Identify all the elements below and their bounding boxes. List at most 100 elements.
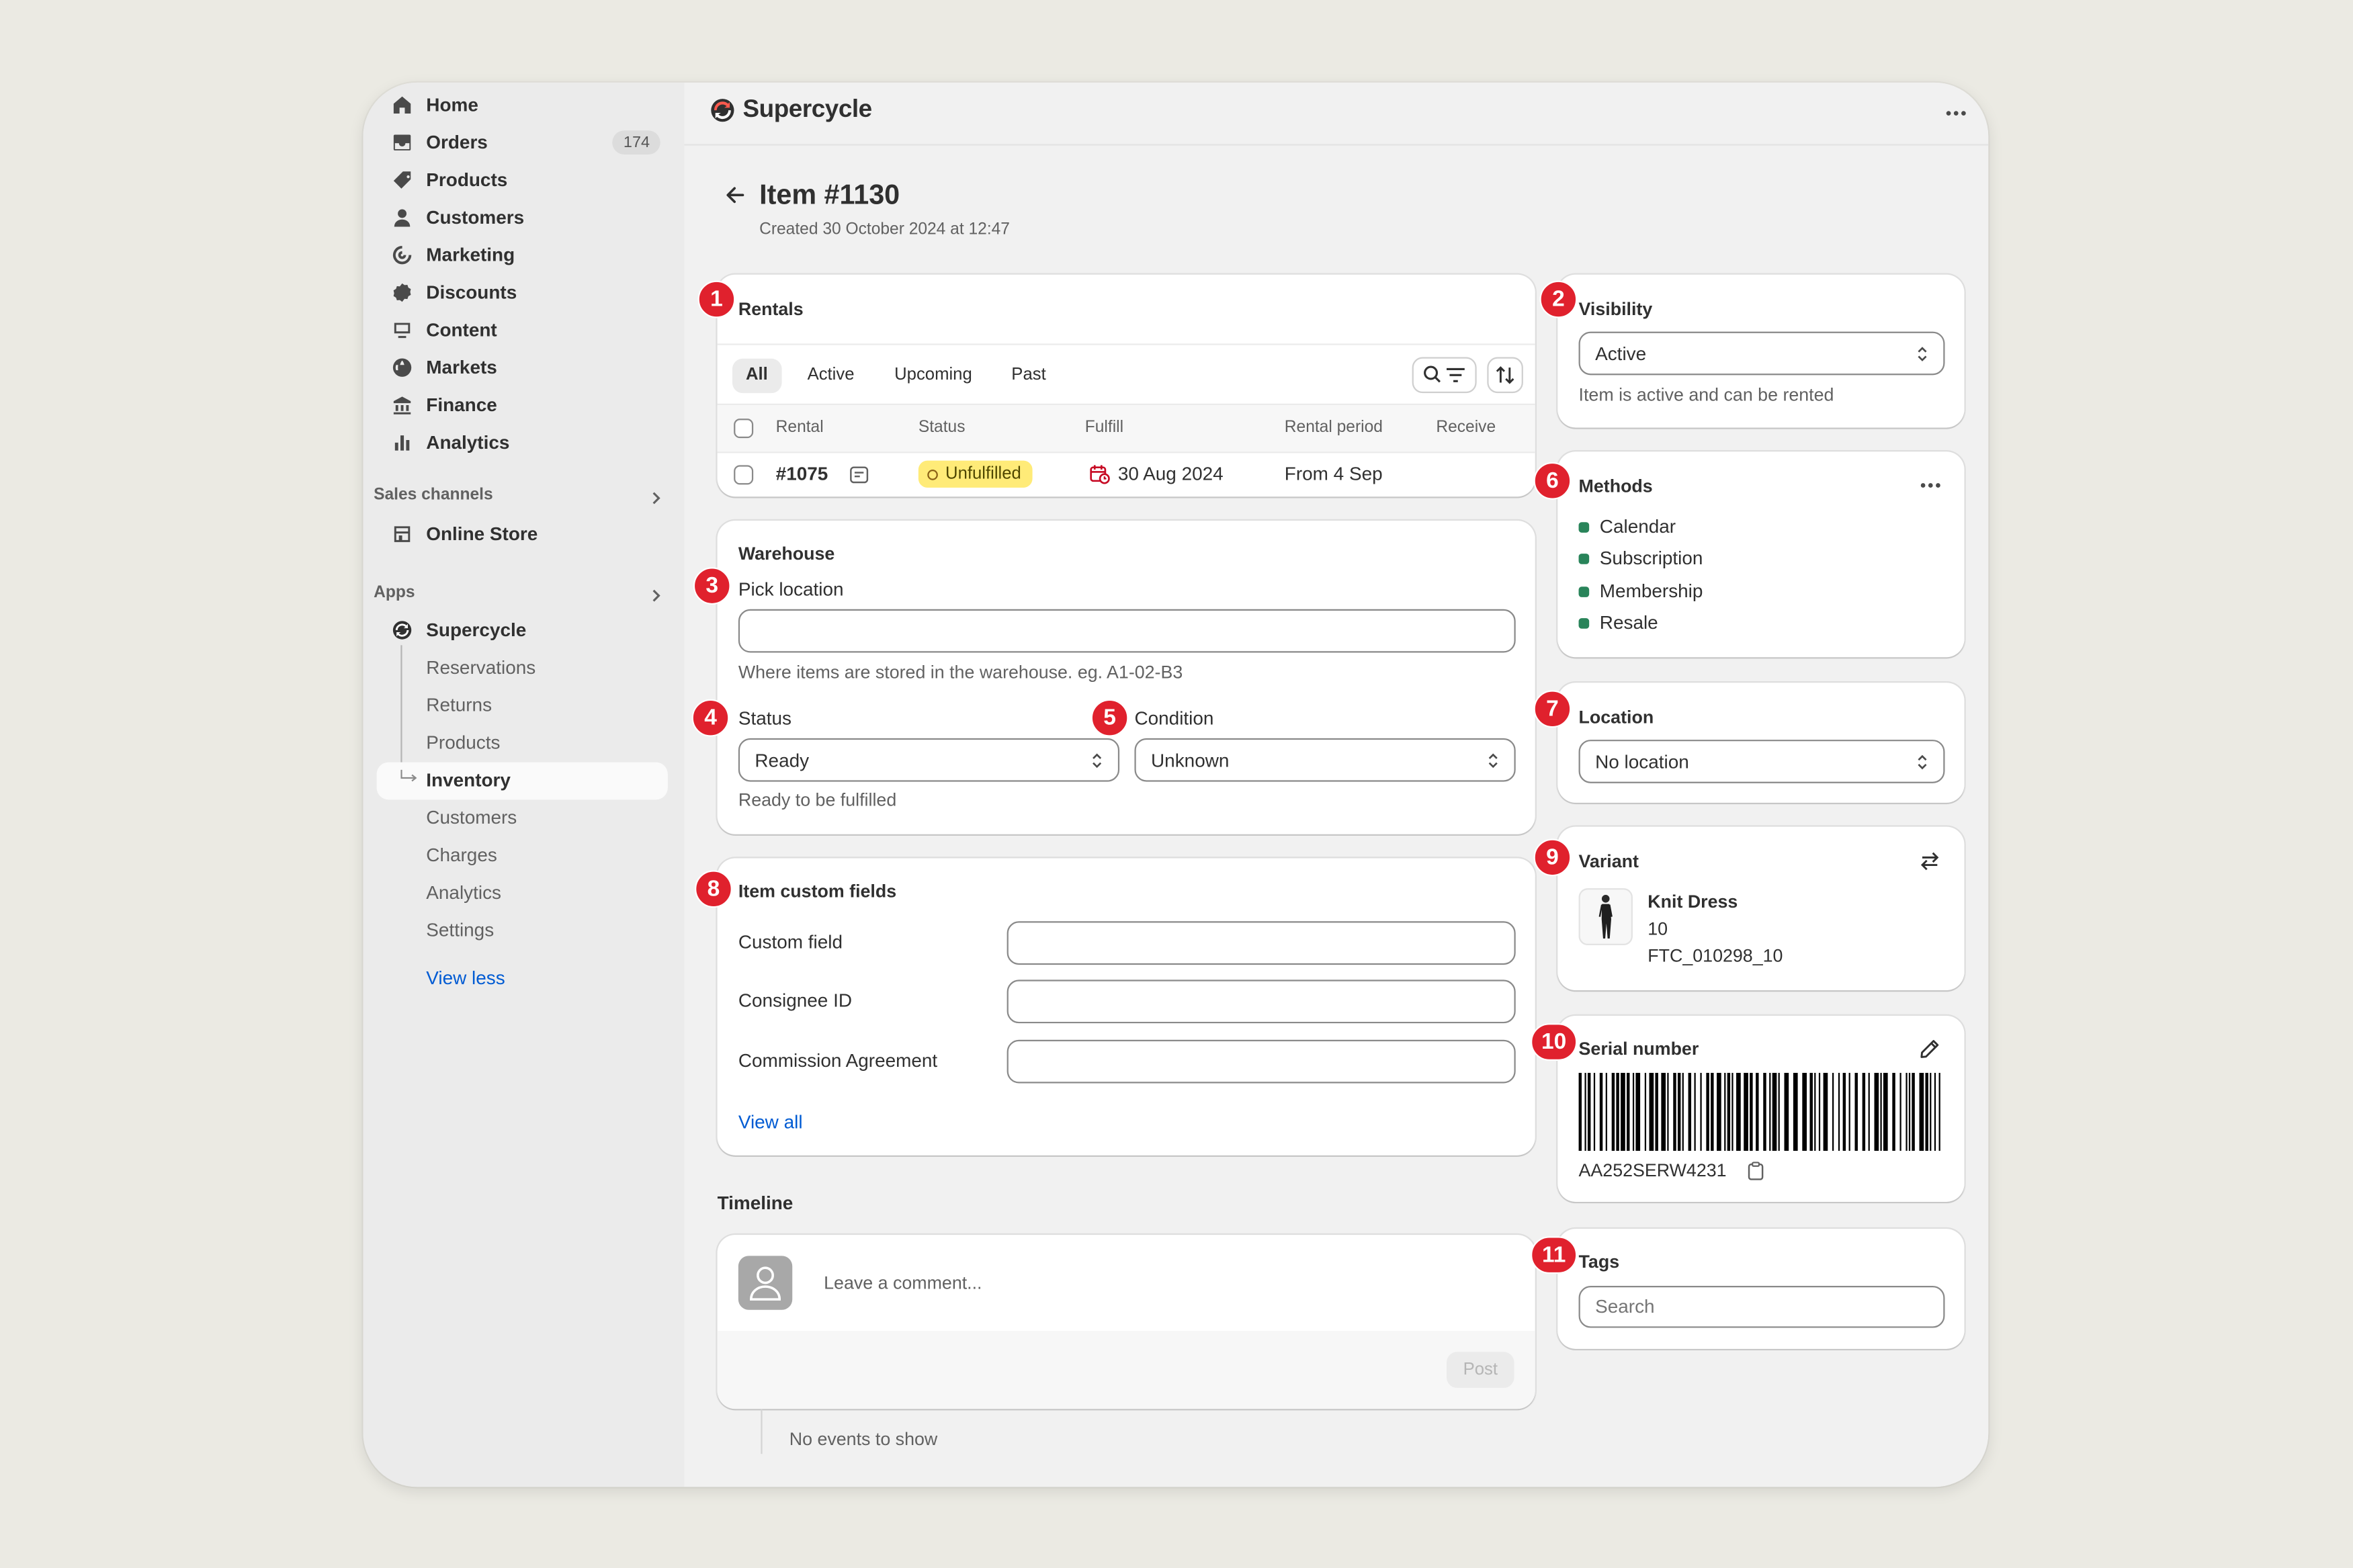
view-all-link[interactable]: View all bbox=[738, 1112, 803, 1133]
column-status: Status bbox=[918, 419, 966, 437]
supercycle-logo-icon bbox=[392, 619, 413, 640]
sidebar-item-orders[interactable]: Orders 174 bbox=[377, 124, 668, 161]
sidebar-item-finance[interactable]: Finance bbox=[377, 387, 668, 423]
pencil-edit-icon[interactable] bbox=[1920, 1039, 1940, 1059]
barcode-bar bbox=[1802, 1072, 1807, 1151]
sidebar-subitem-analytics[interactable]: Analytics bbox=[426, 879, 501, 906]
barcode-bar bbox=[1925, 1072, 1928, 1151]
bullet-icon bbox=[1578, 617, 1590, 628]
annotation-marker-2: 2 bbox=[1539, 280, 1578, 318]
app-window: Home Orders 174 Products Customers Marke… bbox=[363, 82, 1989, 1487]
serial-number-title: Serial number bbox=[1578, 1038, 1699, 1059]
sidebar-item-supercycle[interactable]: Supercycle bbox=[377, 612, 668, 648]
tag-icon bbox=[392, 169, 413, 190]
more-actions-button[interactable] bbox=[1943, 102, 1967, 123]
sidebar-subitem-charges[interactable]: Charges bbox=[426, 842, 497, 869]
sidebar-item-online-store[interactable]: Online Store bbox=[377, 516, 668, 552]
table-row[interactable]: #1075 Unfulfilled 30 Aug 2024 From 4 Sep bbox=[718, 451, 1535, 496]
dress-image-icon bbox=[1598, 894, 1613, 939]
sidebar-item-products[interactable]: Products bbox=[377, 162, 668, 198]
sidebar-subitem-products[interactable]: Products bbox=[426, 729, 500, 756]
barcode-bar bbox=[1667, 1072, 1669, 1151]
swap-arrows-icon[interactable] bbox=[1920, 851, 1940, 871]
status-select[interactable]: Ready bbox=[738, 738, 1120, 782]
sidebar-item-label: Customers bbox=[426, 207, 525, 228]
select-all-checkbox[interactable] bbox=[734, 419, 754, 439]
tags-search-input[interactable] bbox=[1578, 1286, 1945, 1328]
sidebar-subitem-reservations[interactable]: Reservations bbox=[426, 654, 536, 681]
custom-field-input[interactable] bbox=[1007, 921, 1516, 965]
sidebar-item-content[interactable]: Content bbox=[377, 312, 668, 349]
sidebar-item-analytics[interactable]: Analytics bbox=[377, 425, 668, 461]
location-card: Location No location bbox=[1557, 683, 1965, 803]
tab-past[interactable]: Past bbox=[998, 359, 1060, 393]
sidebar-subitem-customers[interactable]: Customers bbox=[426, 804, 517, 831]
pick-location-input[interactable] bbox=[738, 609, 1516, 653]
sales-channels-heading: Sales channels bbox=[374, 486, 493, 505]
app-topbar: Supercycle bbox=[684, 83, 1989, 146]
custom-fields-title: Item custom fields bbox=[738, 881, 897, 902]
methods-more-button[interactable] bbox=[1920, 483, 1940, 488]
barcode-bar bbox=[1880, 1072, 1882, 1151]
note-icon[interactable] bbox=[849, 465, 869, 484]
annotation-marker-11: 11 bbox=[1531, 1236, 1578, 1274]
rental-id-link[interactable]: #1075 bbox=[776, 464, 828, 484]
chevron-right-icon[interactable] bbox=[648, 588, 663, 603]
pick-location-help: Where items are stored in the warehouse.… bbox=[738, 661, 1183, 683]
home-icon bbox=[392, 95, 413, 116]
sort-button[interactable] bbox=[1487, 357, 1523, 394]
clipboard-copy-icon[interactable] bbox=[1747, 1162, 1765, 1181]
condition-select-value: Unknown bbox=[1151, 749, 1230, 771]
method-item: Resale bbox=[1578, 612, 1658, 633]
barcode-bar bbox=[1711, 1072, 1714, 1151]
annotation-marker-6: 6 bbox=[1533, 462, 1572, 500]
condition-select[interactable]: Unknown bbox=[1134, 738, 1516, 782]
tab-active[interactable]: Active bbox=[794, 359, 867, 393]
rentals-card: Rentals All Active Upcoming Past Rental … bbox=[717, 274, 1535, 497]
post-button[interactable]: Post bbox=[1446, 1352, 1514, 1388]
back-arrow-icon[interactable] bbox=[723, 183, 747, 207]
sidebar-subitem-returns[interactable]: Returns bbox=[426, 692, 492, 719]
view-less-link[interactable]: View less bbox=[426, 968, 505, 989]
barcode-bar bbox=[1823, 1072, 1828, 1151]
status-select-value: Ready bbox=[755, 749, 810, 771]
select-chevron-icon bbox=[1918, 754, 1927, 769]
barcode-bar bbox=[1621, 1072, 1625, 1151]
sidebar-subitem-inventory[interactable]: Inventory bbox=[426, 767, 511, 793]
sidebar-item-marketing[interactable]: Marketing bbox=[377, 237, 668, 273]
barcode-bar bbox=[1744, 1072, 1748, 1151]
sidebar-subitem-settings[interactable]: Settings bbox=[426, 917, 494, 944]
person-icon bbox=[392, 207, 413, 228]
barcode-bar bbox=[1862, 1072, 1866, 1151]
commission-agreement-input[interactable] bbox=[1007, 1039, 1516, 1084]
consignee-id-input[interactable] bbox=[1007, 979, 1516, 1024]
incomplete-circle-icon bbox=[927, 468, 938, 480]
tab-all[interactable]: All bbox=[732, 358, 781, 394]
barcode-bar bbox=[1892, 1072, 1895, 1151]
select-chevron-icon bbox=[1093, 752, 1102, 768]
tree-branch-icon bbox=[400, 769, 417, 782]
commission-agreement-label: Commission Agreement bbox=[738, 1050, 938, 1072]
comment-input[interactable]: Leave a comment... bbox=[824, 1272, 982, 1293]
rentals-table-header: Rental Status Fulfill Rental period Rece… bbox=[717, 403, 1535, 453]
sidebar-item-home[interactable]: Home bbox=[377, 87, 668, 124]
tab-upcoming[interactable]: Upcoming bbox=[881, 359, 986, 393]
location-select[interactable]: No location bbox=[1578, 740, 1945, 783]
sidebar-item-markets[interactable]: Markets bbox=[377, 349, 668, 386]
sidebar-item-customers[interactable]: Customers bbox=[377, 200, 668, 236]
brand: Supercycle bbox=[710, 96, 872, 124]
annotation-marker-1: 1 bbox=[697, 280, 736, 318]
visibility-select[interactable]: Active bbox=[1578, 331, 1945, 376]
rentals-title: Rentals bbox=[738, 298, 804, 320]
search-filter-button[interactable] bbox=[1412, 357, 1477, 394]
chevron-right-icon[interactable] bbox=[648, 490, 663, 505]
sidebar-item-discounts[interactable]: Discounts bbox=[377, 275, 668, 311]
barcode-bar bbox=[1818, 1072, 1821, 1151]
column-rental-period: Rental period bbox=[1284, 419, 1383, 437]
visibility-help: Item is active and can be rented bbox=[1578, 384, 1834, 406]
barcode-bar bbox=[1611, 1072, 1615, 1151]
calendar-clock-icon bbox=[1090, 465, 1110, 484]
row-checkbox[interactable] bbox=[734, 465, 754, 485]
sidebar-item-label: Orders bbox=[426, 132, 488, 153]
sidebar-item-label: Markets bbox=[426, 357, 497, 378]
